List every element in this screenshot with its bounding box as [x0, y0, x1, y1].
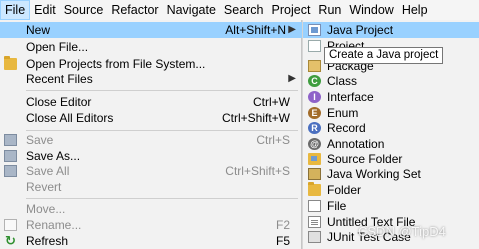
file-dropdown-menu: New Alt+Shift+N ▶ Open File... Open Proj… [0, 20, 302, 249]
menu-item-shortcut: Ctrl+Shift+W [221, 111, 290, 125]
record-icon: R [308, 122, 321, 134]
watermark-text: CSDN @TipD4 [358, 224, 446, 239]
annotation-icon: @ [308, 138, 321, 150]
save-all-icon [4, 165, 17, 177]
menu-run[interactable]: Run [314, 0, 345, 20]
submenu-item-label: Enum [327, 106, 359, 120]
submenu-item-folder[interactable]: Folder [303, 182, 479, 198]
menu-item-new[interactable]: New Alt+Shift+N ▶ [0, 22, 302, 38]
menu-separator [26, 90, 298, 91]
java-project-icon [308, 24, 321, 36]
menu-item-refresh[interactable]: ↻ Refresh F5 [0, 233, 302, 249]
menu-item-label: Open Projects from File System... [26, 57, 206, 71]
menu-item-recent-files[interactable]: Recent Files ▶ [0, 71, 302, 87]
menu-item-open-file[interactable]: Open File... [0, 39, 302, 55]
menu-item-label: Move... [26, 202, 66, 216]
project-icon [308, 40, 321, 52]
menu-item-shortcut: Ctrl+S [256, 133, 290, 147]
submenu-item-label: Annotation [327, 137, 385, 151]
menu-item-label: Save [26, 133, 54, 147]
source-folder-icon [308, 153, 321, 165]
submenu-arrow-icon: ▶ [288, 73, 296, 84]
submenu-item-interface[interactable]: I Interface [303, 89, 479, 105]
submenu-item-label: Folder [327, 183, 362, 197]
submenu-item-record[interactable]: R Record [303, 120, 479, 136]
submenu-item-label: Java Working Set [327, 167, 421, 181]
menu-item-save[interactable]: Save Ctrl+S [0, 132, 302, 148]
menu-item-open-projects[interactable]: Open Projects from File System... [0, 56, 302, 72]
submenu-arrow-icon: ▶ [288, 24, 296, 35]
menu-search[interactable]: Search [220, 0, 268, 20]
folder-icon [4, 56, 17, 70]
menu-item-label: Save As... [26, 149, 81, 163]
menu-item-label: Close Editor [26, 95, 92, 109]
menu-file[interactable]: File [0, 0, 31, 20]
file-icon [308, 200, 321, 212]
menu-navigate[interactable]: Navigate [163, 0, 220, 20]
submenu-item-source-folder[interactable]: Source Folder [303, 151, 479, 167]
submenu-item-java-working-set[interactable]: Java Working Set [303, 166, 479, 182]
menu-item-move[interactable]: Move... [0, 201, 302, 217]
menu-item-shortcut: Alt+Shift+N [225, 23, 286, 37]
submenu-item-enum[interactable]: E Enum [303, 105, 479, 121]
menu-item-label: Refresh [26, 234, 69, 248]
package-icon [308, 60, 321, 72]
save-icon [4, 134, 17, 146]
menu-item-label: Open File... [26, 40, 89, 54]
submenu-item-java-project[interactable]: Java Project [303, 22, 479, 38]
menu-item-label: Close All Editors [26, 111, 114, 125]
refresh-icon: ↻ [5, 233, 16, 248]
menu-item-save-as[interactable]: Save As... [0, 148, 302, 164]
menu-project[interactable]: Project [268, 0, 315, 20]
menu-item-rename[interactable]: Rename... F2 [0, 217, 302, 233]
enum-icon: E [308, 107, 321, 119]
save-as-icon [4, 150, 17, 162]
menu-separator [26, 130, 298, 131]
submenu-item-label: Record [327, 121, 366, 135]
menu-item-save-all[interactable]: Save All Ctrl+Shift+S [0, 163, 302, 179]
submenu-item-annotation[interactable]: @ Annotation [303, 136, 479, 152]
folder-icon [308, 182, 321, 196]
menu-refactor[interactable]: Refactor [107, 0, 162, 20]
menu-item-close-editor[interactable]: Close Editor Ctrl+W [0, 94, 302, 110]
working-set-icon [308, 168, 321, 180]
submenu-item-class[interactable]: C Class [303, 73, 479, 89]
menu-edit[interactable]: Edit [30, 0, 60, 20]
submenu-item-label: File [327, 199, 347, 213]
menu-help[interactable]: Help [398, 0, 432, 20]
menu-window[interactable]: Window [345, 0, 397, 20]
menu-separator [26, 198, 298, 199]
submenu-item-label: Class [327, 74, 358, 88]
menu-item-shortcut: Ctrl+W [253, 95, 290, 109]
menu-item-shortcut: Ctrl+Shift+S [225, 164, 290, 178]
menu-item-close-all-editors[interactable]: Close All Editors Ctrl+Shift+W [0, 110, 302, 126]
submenu-item-file[interactable]: File [303, 198, 479, 214]
rename-icon [4, 219, 17, 231]
class-icon: C [308, 75, 321, 87]
menu-item-label: Revert [26, 180, 62, 194]
submenu-item-label: Source Folder [327, 152, 403, 166]
menu-item-revert[interactable]: Revert [0, 179, 302, 195]
menu-item-shortcut: F2 [275, 218, 290, 232]
menu-item-label: Recent Files [26, 72, 93, 86]
interface-icon: I [308, 91, 321, 103]
text-file-icon [308, 216, 321, 228]
menu-item-label: Rename... [26, 218, 82, 232]
menu-item-label: New [26, 23, 51, 37]
tooltip: Create a Java project [324, 47, 444, 64]
menu-item-shortcut: F5 [275, 234, 290, 248]
menu-source[interactable]: Source [60, 0, 108, 20]
submenu-item-label: Java Project [327, 23, 394, 37]
submenu-item-label: Interface [327, 90, 374, 104]
menu-bar: File Edit Source Refactor Navigate Searc… [0, 0, 479, 20]
junit-icon [308, 231, 321, 243]
menu-item-label: Save All [26, 164, 70, 178]
